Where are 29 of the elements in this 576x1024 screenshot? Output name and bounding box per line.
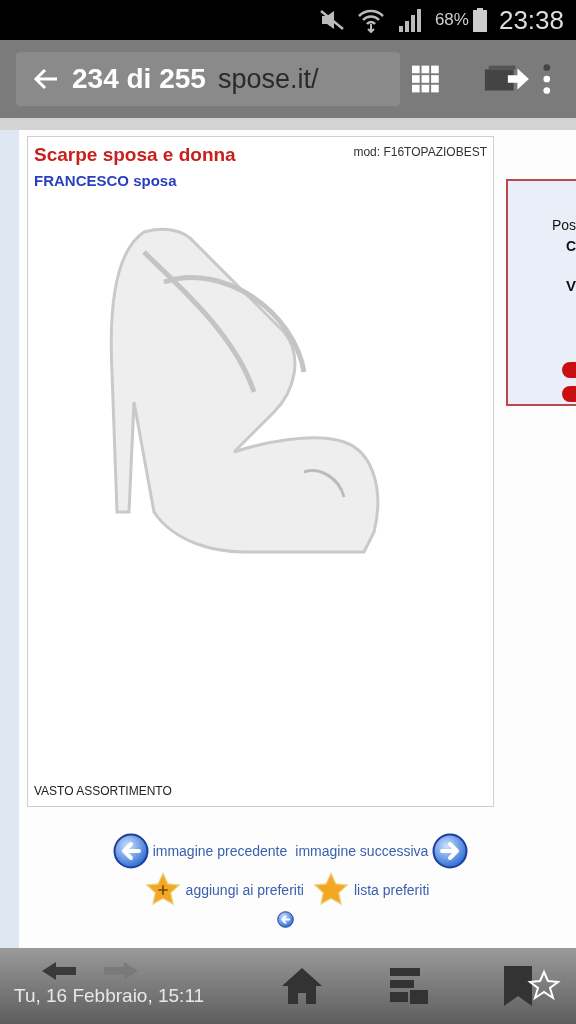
side-panel-text: V xyxy=(566,276,576,296)
brand-name: FRANCESCO sposa xyxy=(34,170,178,191)
clock: 23:38 xyxy=(498,3,564,37)
caption: VASTO ASSORTIMENTO xyxy=(34,783,173,800)
home-icon[interactable] xyxy=(282,968,322,1004)
model-code: mod: F16TOPAZIOBEST xyxy=(353,144,487,161)
previous-image-link[interactable]: immagine precedente xyxy=(152,840,288,862)
back-arrow-icon[interactable] xyxy=(42,961,76,980)
battery-percent: 68% xyxy=(434,9,469,32)
url-field[interactable]: 234 di 255 spose.it/ xyxy=(16,52,400,106)
battery-icon xyxy=(472,8,487,32)
reading-list-icon[interactable] xyxy=(390,968,428,1004)
bookmark-star-icon[interactable] xyxy=(504,966,562,1006)
bullet-icon xyxy=(562,361,576,378)
mute-icon xyxy=(318,9,345,31)
date-text: Tu, 16 Febbraio, 15:11 xyxy=(14,983,206,1008)
side-panel-text: C xyxy=(565,237,576,256)
more-menu-icon[interactable] xyxy=(542,63,552,95)
add-favorites-link[interactable]: aggiungi ai preferiti xyxy=(185,879,304,901)
product-title: Scarpe sposa e donna xyxy=(34,143,236,167)
favorites-list-link[interactable]: lista preferiti xyxy=(353,879,430,901)
url-text: spose.it/ xyxy=(217,62,319,96)
wifi-icon xyxy=(356,7,385,33)
side-panel-text: Pos xyxy=(551,216,576,235)
bullet-icon xyxy=(562,385,576,402)
grid-icon[interactable] xyxy=(411,65,439,93)
next-image-link[interactable]: immagine successiva xyxy=(295,840,429,862)
signal-icon xyxy=(396,8,423,32)
image-counter: 234 di 255 xyxy=(72,62,206,96)
